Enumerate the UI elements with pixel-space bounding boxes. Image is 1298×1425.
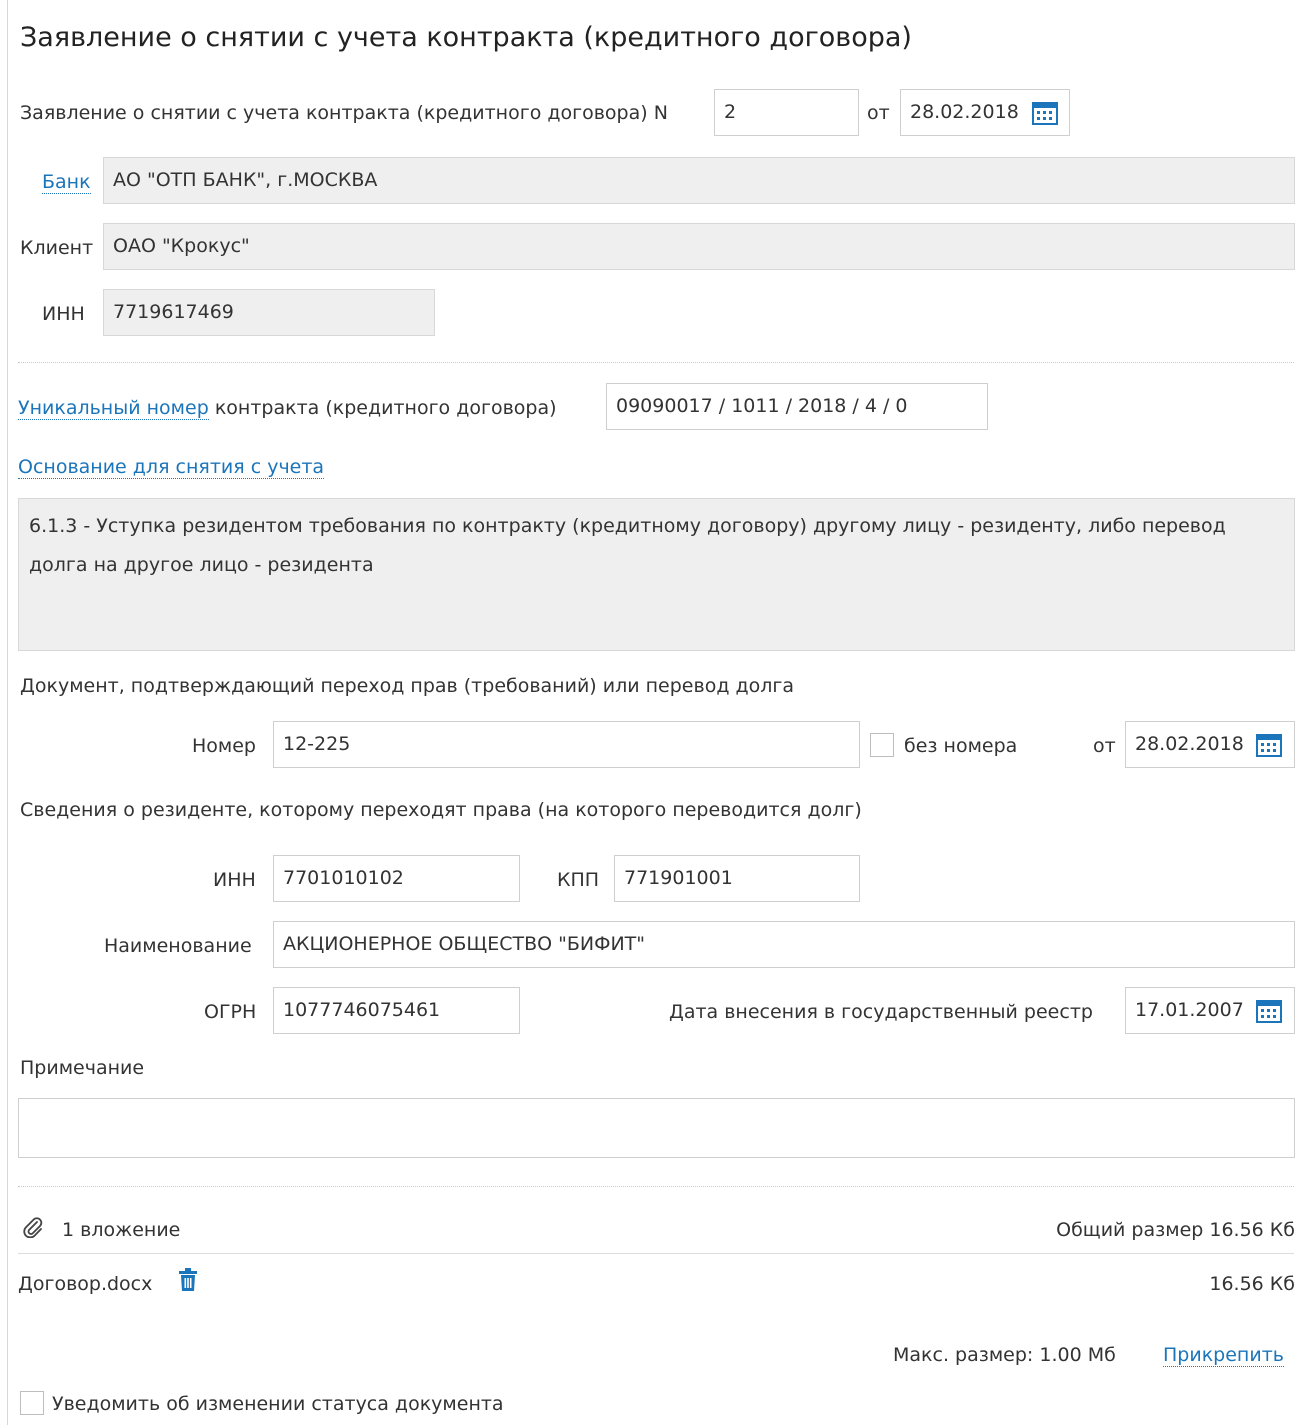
note-label: Примечание (20, 1057, 145, 1079)
page-title: Заявление о снятии с учета контракта (кр… (20, 22, 912, 53)
resident-name-input[interactable]: АКЦИОНЕРНОЕ ОБЩЕСТВО "БИФИТ" (273, 921, 1295, 968)
notify-checkbox[interactable] (20, 1391, 44, 1415)
attachment-file-size: 16.56 Кб (1209, 1273, 1295, 1295)
section-divider (18, 362, 1294, 363)
calendar-icon[interactable] (1032, 100, 1058, 126)
statement-date-value: 28.02.2018 (910, 101, 1019, 123)
inn-label: ИНН (42, 303, 85, 325)
max-size-label: Макс. размер: 1.00 Мб (893, 1344, 1116, 1366)
attachments-total-size: Общий размер 16.56 Кб (1056, 1219, 1295, 1241)
attachments-divider (18, 1253, 1294, 1254)
basis-link-wrap[interactable]: Основание для снятия с учета (18, 455, 325, 479)
transfer-doc-date-value: 28.02.2018 (1135, 733, 1244, 755)
resident-inn-label: ИНН (213, 869, 256, 891)
statement-number-input[interactable]: 2 (714, 89, 859, 136)
basis-link[interactable]: Основание для снятия с учета (18, 456, 325, 479)
resident-ogrn-input[interactable]: 1077746075461 (273, 987, 520, 1034)
resident-heading: Сведения о резиденте, которому переходят… (20, 799, 862, 821)
inn-field: 7719617469 (103, 289, 435, 336)
calendar-icon[interactable] (1256, 732, 1282, 758)
attach-link[interactable]: Прикрепить (1163, 1344, 1284, 1367)
unique-number-row: Уникальный номер контракта (кредитного д… (18, 396, 557, 420)
paperclip-icon (23, 1217, 43, 1238)
reg-date-label: Дата внесения в государственный реестр (669, 1001, 1093, 1023)
trash-icon[interactable] (178, 1268, 198, 1292)
client-label: Клиент (20, 237, 94, 259)
bank-link-text[interactable]: Банк (42, 171, 91, 194)
bank-link[interactable]: Банк (42, 170, 91, 194)
no-number-checkbox[interactable] (870, 733, 894, 757)
transfer-doc-number-input[interactable]: 12-225 (273, 721, 860, 768)
resident-ogrn-label: ОГРН (204, 1001, 257, 1023)
basis-text-area: 6.1.3 - Уступка резидентом требования по… (18, 498, 1295, 651)
transfer-doc-number-label: Номер (192, 735, 256, 757)
note-input[interactable] (18, 1098, 1295, 1158)
no-number-label: без номера (904, 735, 1018, 757)
notify-label: Уведомить об изменении статуса документа (52, 1393, 504, 1415)
unique-number-label: контракта (кредитного договора) (214, 397, 557, 419)
resident-name-label: Наименование (104, 935, 252, 957)
attachments-count: 1 вложение (62, 1219, 181, 1241)
attachment-file-name[interactable]: Договор.docx (18, 1272, 152, 1296)
reg-date-value: 17.01.2007 (1135, 999, 1244, 1021)
bank-field: АО "ОТП БАНК", г.МОСКВА (103, 157, 1295, 204)
form-frame (7, 0, 1298, 1425)
resident-kpp-input[interactable]: 771901001 (614, 855, 860, 902)
transfer-doc-date-from-label: от (1093, 735, 1116, 757)
client-field: ОАО "Крокус" (103, 223, 1295, 270)
unique-number-input[interactable]: 09090017 / 1011 / 2018 / 4 / 0 (606, 383, 988, 430)
section-divider (18, 1186, 1294, 1187)
calendar-icon[interactable] (1256, 998, 1282, 1024)
statement-date-from-label: от (867, 102, 890, 124)
resident-kpp-label: КПП (557, 869, 600, 891)
attach-link-wrap[interactable]: Прикрепить (1163, 1343, 1284, 1367)
unique-number-link[interactable]: Уникальный номер (18, 397, 209, 420)
statement-number-label: Заявление о снятии с учета контракта (кр… (20, 102, 668, 124)
transfer-doc-heading: Документ, подтверждающий переход прав (т… (20, 675, 795, 697)
resident-inn-input[interactable]: 7701010102 (273, 855, 520, 902)
